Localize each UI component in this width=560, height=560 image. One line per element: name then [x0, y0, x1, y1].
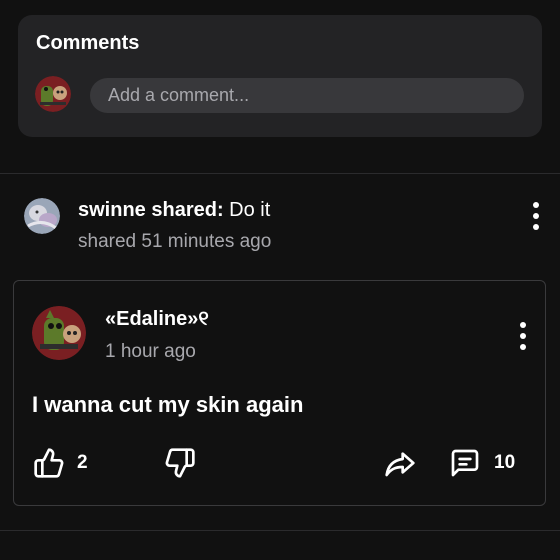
post-timestamp: 1 hour ago — [105, 341, 196, 362]
comment-input[interactable] — [90, 78, 524, 113]
comments-card: Comments — [18, 15, 542, 137]
sharer-name[interactable]: swinne — [78, 199, 146, 221]
more-vertical-icon — [520, 322, 526, 328]
share-more-button[interactable] — [532, 202, 540, 230]
thumbs-down-icon — [165, 448, 195, 478]
share-line: swinne shared: Do it — [78, 199, 270, 222]
more-vertical-icon-dot — [520, 333, 526, 339]
share-button[interactable] — [383, 447, 417, 479]
shared-label: shared: — [145, 199, 224, 221]
like-button[interactable]: 2 — [33, 447, 88, 479]
divider — [0, 173, 560, 174]
comment-count: 10 — [494, 452, 516, 473]
post-more-button[interactable] — [519, 322, 527, 350]
more-vertical-icon — [533, 202, 539, 208]
thumbs-up-icon — [34, 448, 64, 478]
comment-bubble-icon — [451, 449, 479, 477]
more-vertical-icon-dot — [520, 344, 526, 350]
author-avatar[interactable] — [32, 306, 86, 360]
more-vertical-icon-dot — [533, 224, 539, 230]
dislike-button[interactable] — [164, 447, 196, 479]
post-author[interactable]: «Edaline»୧ — [105, 308, 209, 331]
divider — [0, 530, 560, 531]
sharer-avatar[interactable] — [24, 198, 60, 234]
comments-title: Comments — [36, 32, 140, 54]
like-count: 2 — [77, 452, 88, 473]
share-arrow-icon — [385, 452, 415, 477]
share-caption: Do it — [223, 199, 271, 221]
original-post-card[interactable]: «Edaline»୧ 1 hour ago I wanna cut my ski… — [13, 280, 546, 506]
share-timestamp: shared 51 minutes ago — [78, 231, 272, 252]
more-vertical-icon-dot — [533, 213, 539, 219]
current-user-avatar — [35, 76, 71, 112]
comments-button[interactable]: 10 — [448, 447, 515, 479]
post-body: I wanna cut my skin again — [32, 392, 304, 417]
